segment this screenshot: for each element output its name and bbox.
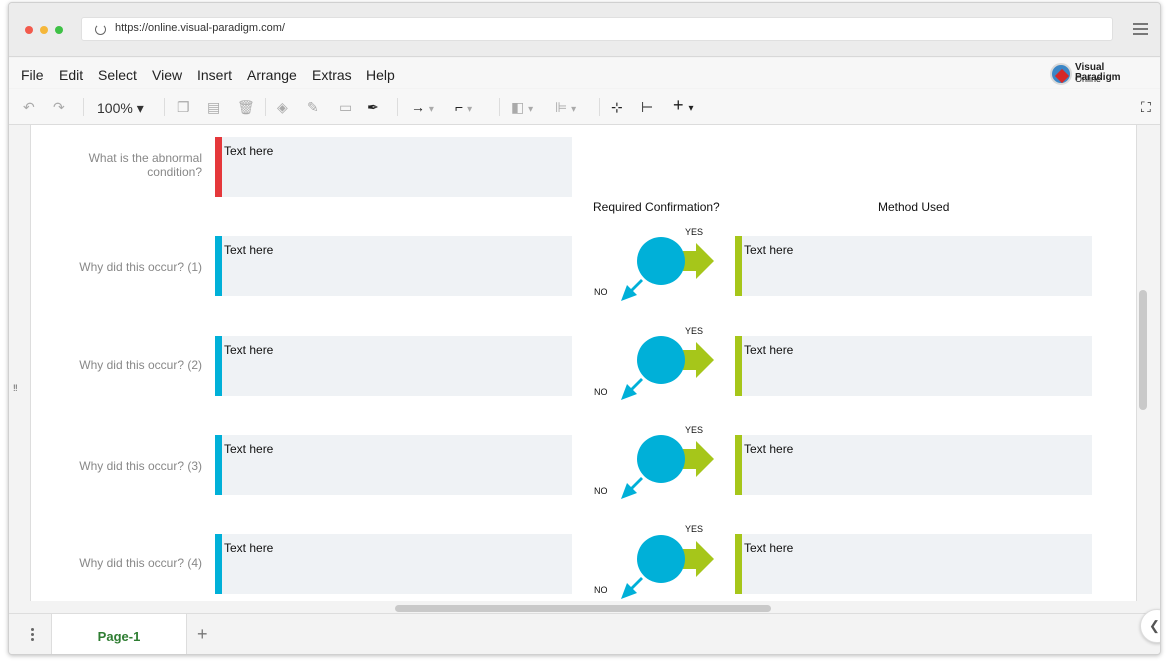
page-tab-label: Page-1 — [97, 629, 141, 644]
vertical-scrollbar[interactable] — [1139, 290, 1147, 410]
cause-box-4[interactable]: Text here — [215, 534, 572, 594]
tab-page-1[interactable]: Page-1 — [51, 614, 187, 654]
method-box-2[interactable]: Text here — [735, 336, 1092, 396]
maximize-window-button[interactable] — [55, 26, 63, 34]
chevron-left-icon: ❮ — [1149, 618, 1160, 633]
blue-accent-bar — [215, 435, 222, 495]
box-text: Text here — [744, 541, 794, 555]
cause-box-1[interactable]: Text here — [215, 236, 572, 296]
red-accent-bar — [215, 137, 222, 197]
blue-accent-bar — [215, 236, 222, 296]
box-text: Text here — [224, 144, 274, 158]
fit-page-icon[interactable]: ⊹ — [611, 99, 623, 116]
menu-edit[interactable]: Edit — [59, 67, 83, 83]
decision-circle-icon[interactable] — [613, 332, 723, 402]
title-bar: https://online.visual-paradigm.com/ — [9, 3, 1160, 57]
cause-box-3[interactable]: Text here — [215, 435, 572, 495]
fill-color-icon[interactable]: ◈ — [277, 99, 288, 116]
format-painter-icon[interactable]: ✒ — [367, 99, 379, 116]
method-header: Method Used — [878, 200, 950, 214]
blue-accent-bar — [215, 534, 222, 594]
toolbar: ↶ ↷ 100% ▾ ❐ ▤ 🗑 ◈ ✎ ▭ ✒ → ▾ ⌐ ▾ ◧ ▾ ⊫ ▾… — [9, 89, 1160, 125]
vertical-scrollbar-track — [1136, 125, 1149, 601]
visual-paradigm-logo[interactable]: Visual Paradigm Online — [1050, 62, 1150, 88]
close-window-button[interactable] — [25, 26, 33, 34]
reload-icon[interactable] — [95, 24, 106, 35]
menu-arrange[interactable]: Arrange — [247, 67, 297, 83]
box-text: Text here — [224, 243, 274, 257]
diagram-canvas[interactable]: ‼ What is the abnormal condition? Text h… — [9, 125, 1149, 601]
to-front-icon[interactable]: ◧ ▾ — [511, 99, 533, 116]
shadow-icon[interactable]: ▭ — [339, 99, 352, 116]
method-box-1[interactable]: Text here — [735, 236, 1092, 296]
cause-box-2[interactable]: Text here — [215, 336, 572, 396]
menu-help[interactable]: Help — [366, 67, 395, 83]
question-label-abnormal: What is the abnormal condition? — [88, 151, 202, 179]
address-bar[interactable]: https://online.visual-paradigm.com/ — [81, 17, 1113, 41]
menu-select[interactable]: Select — [98, 67, 137, 83]
box-text: Text here — [744, 243, 794, 257]
box-text: Text here — [744, 343, 794, 357]
question-label-1: Why did this occur? (1) — [79, 260, 202, 274]
confirmation-header: Required Confirmation? — [593, 200, 720, 214]
method-box-4[interactable]: Text here — [735, 534, 1092, 594]
menu-file[interactable]: File — [21, 67, 44, 83]
delete-icon[interactable]: 🗑 — [237, 99, 255, 116]
browser-window: https://online.visual-paradigm.com/ File… — [8, 2, 1161, 655]
no-label: NO — [594, 486, 608, 496]
no-label: NO — [594, 585, 608, 595]
no-label: NO — [594, 387, 608, 397]
add-page-icon[interactable]: + — [197, 624, 208, 645]
paste-icon[interactable]: ▤ — [207, 99, 220, 116]
undo-icon[interactable]: ↶ — [23, 99, 35, 116]
box-text: Text here — [744, 442, 794, 456]
connector-icon[interactable]: → ▾ — [411, 99, 434, 115]
page-menu-icon[interactable] — [31, 628, 35, 643]
no-label: NO — [594, 287, 608, 297]
decision-circle-icon[interactable] — [613, 531, 723, 601]
abnormal-condition-box[interactable]: Text here — [215, 137, 572, 197]
align-icon[interactable]: ⊫ ▾ — [555, 99, 576, 116]
left-panel-handle[interactable]: ‼ — [9, 125, 31, 601]
box-text: Text here — [224, 442, 274, 456]
waypoint-icon[interactable]: ⌐ ▾ — [455, 99, 472, 115]
minimize-window-button[interactable] — [40, 26, 48, 34]
logo-sub: Online — [1075, 74, 1102, 84]
method-box-3[interactable]: Text here — [735, 435, 1092, 495]
redo-icon[interactable]: ↷ — [53, 99, 65, 116]
copy-icon[interactable]: ❐ — [177, 99, 190, 116]
menu-bar: File Edit Select View Insert Arrange Ext… — [9, 58, 1160, 88]
menu-extras[interactable]: Extras — [312, 67, 352, 83]
green-accent-bar — [735, 236, 742, 296]
blue-accent-bar — [215, 336, 222, 396]
browser-menu-icon[interactable] — [1133, 23, 1148, 35]
insert-icon[interactable]: + ▾ — [673, 95, 694, 116]
green-accent-bar — [735, 534, 742, 594]
question-label-2: Why did this occur? (2) — [79, 358, 202, 372]
decision-circle-icon[interactable] — [613, 233, 723, 303]
green-accent-bar — [735, 336, 742, 396]
menu-view[interactable]: View — [152, 67, 182, 83]
fullscreen-icon[interactable]: ⛶ — [1141, 99, 1151, 116]
page-tabs-bar: Page-1 + — [9, 613, 1160, 654]
question-label-3: Why did this occur? (3) — [79, 459, 202, 473]
menu-insert[interactable]: Insert — [197, 67, 232, 83]
size-icon[interactable]: ⊢ — [641, 99, 653, 116]
horizontal-scrollbar[interactable] — [395, 605, 771, 612]
zoom-dropdown[interactable]: 100% ▾ — [97, 100, 144, 117]
decision-circle-icon[interactable] — [613, 431, 723, 501]
box-text: Text here — [224, 343, 274, 357]
green-accent-bar — [735, 435, 742, 495]
zoom-value: 100% — [97, 100, 133, 116]
url-text: https://online.visual-paradigm.com/ — [115, 22, 285, 34]
line-color-icon[interactable]: ✎ — [307, 99, 319, 116]
box-text: Text here — [224, 541, 274, 555]
question-label-4: Why did this occur? (4) — [79, 556, 202, 570]
